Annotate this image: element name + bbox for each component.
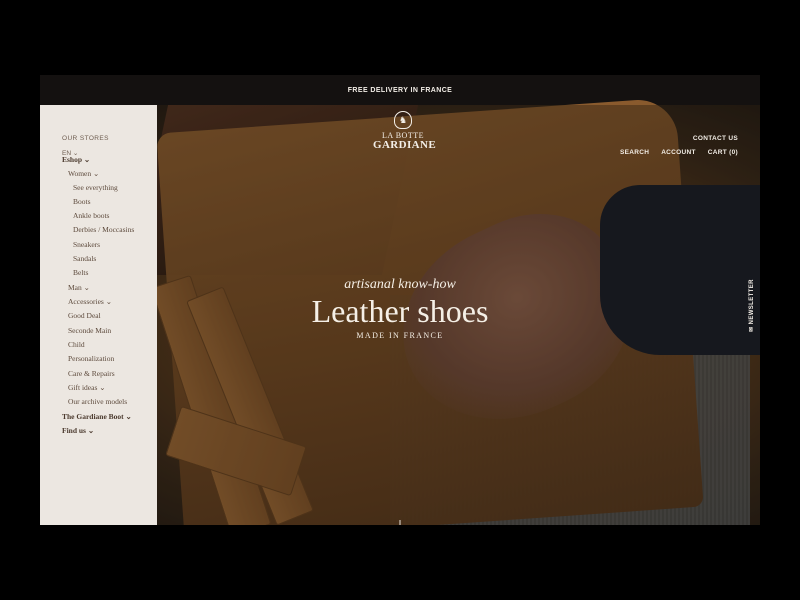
sidebar-item-eshop[interactable]: Eshop ⌄ — [62, 155, 90, 164]
sidebar-item-child[interactable]: Child — [68, 340, 85, 349]
sidebar-item-sneakers[interactable]: Sneakers — [73, 240, 100, 249]
site-viewport: FREE DELIVERY IN FRANCE artisanal know-h… — [40, 75, 760, 525]
utility-nav: SEARCH ACCOUNT CART (0) — [620, 149, 738, 156]
sidebar-item-archive-models[interactable]: Our archive models — [68, 397, 127, 406]
site-logo[interactable]: ♞ LA BOTTE GARDIANE — [373, 111, 437, 151]
sidebar-item-see-everything[interactable]: See everything — [73, 183, 118, 192]
promo-bar: FREE DELIVERY IN FRANCE — [40, 75, 760, 105]
promo-text: FREE DELIVERY IN FRANCE — [347, 86, 453, 94]
search-link[interactable]: SEARCH — [620, 149, 649, 156]
hero-headline: Leather shoes — [311, 293, 489, 329]
account-link[interactable]: ACCOUNT — [661, 149, 696, 156]
arrow-down-icon[interactable] — [394, 519, 406, 525]
hero-text: artisanal know-how Leather shoes MADE IN… — [280, 277, 520, 340]
sidebar-item-boots[interactable]: Boots — [73, 197, 91, 206]
sidebar-item-good-deal[interactable]: Good Deal — [68, 311, 101, 320]
newsletter-tab[interactable]: ✉ NEWSLETTER — [742, 275, 760, 335]
sidebar-item-accessories[interactable]: Accessories ⌄ — [68, 297, 112, 306]
hero-subhead: MADE IN FRANCE — [356, 331, 444, 340]
horse-head-emblem-icon: ♞ — [394, 111, 412, 129]
newsletter-label: ✉ NEWSLETTER — [748, 279, 755, 332]
cart-link[interactable]: CART (0) — [708, 149, 738, 156]
sidebar-menu: OUR STORES EN ⌄ Eshop ⌄ Women ⌄ See ever… — [40, 105, 157, 525]
sidebar-item-seconde-main[interactable]: Seconde Main — [68, 326, 111, 335]
logo-line2: GARDIANE — [373, 139, 437, 151]
sidebar-item-sandals[interactable]: Sandals — [73, 254, 96, 263]
sidebar-item-gift-ideas[interactable]: Gift ideas ⌄ — [68, 383, 106, 392]
sidebar-item-belts[interactable]: Belts — [73, 268, 88, 277]
sidebar-item-women[interactable]: Women ⌄ — [68, 169, 99, 178]
sidebar-item-gardiane-boot[interactable]: The Gardiane Boot ⌄ — [62, 412, 132, 421]
sidebar-item-care-repairs[interactable]: Care & Repairs — [68, 369, 115, 378]
sidebar-item-ankle-boots[interactable]: Ankle boots — [73, 211, 109, 220]
our-stores-link[interactable]: OUR STORES — [62, 135, 109, 142]
hero-tagline: artisanal know-how — [344, 277, 456, 292]
sidebar-item-man[interactable]: Man ⌄ — [68, 283, 90, 292]
sidebar-item-find-us[interactable]: Find us ⌄ — [62, 426, 94, 435]
newsletter-text: NEWSLETTER — [748, 278, 755, 324]
sidebar-item-derbies[interactable]: Derbies / Moccasins — [73, 225, 134, 234]
mail-icon: ✉ — [748, 325, 755, 332]
sidebar-item-personalization[interactable]: Personalization — [68, 354, 114, 363]
contact-link[interactable]: CONTACT US — [693, 135, 738, 142]
